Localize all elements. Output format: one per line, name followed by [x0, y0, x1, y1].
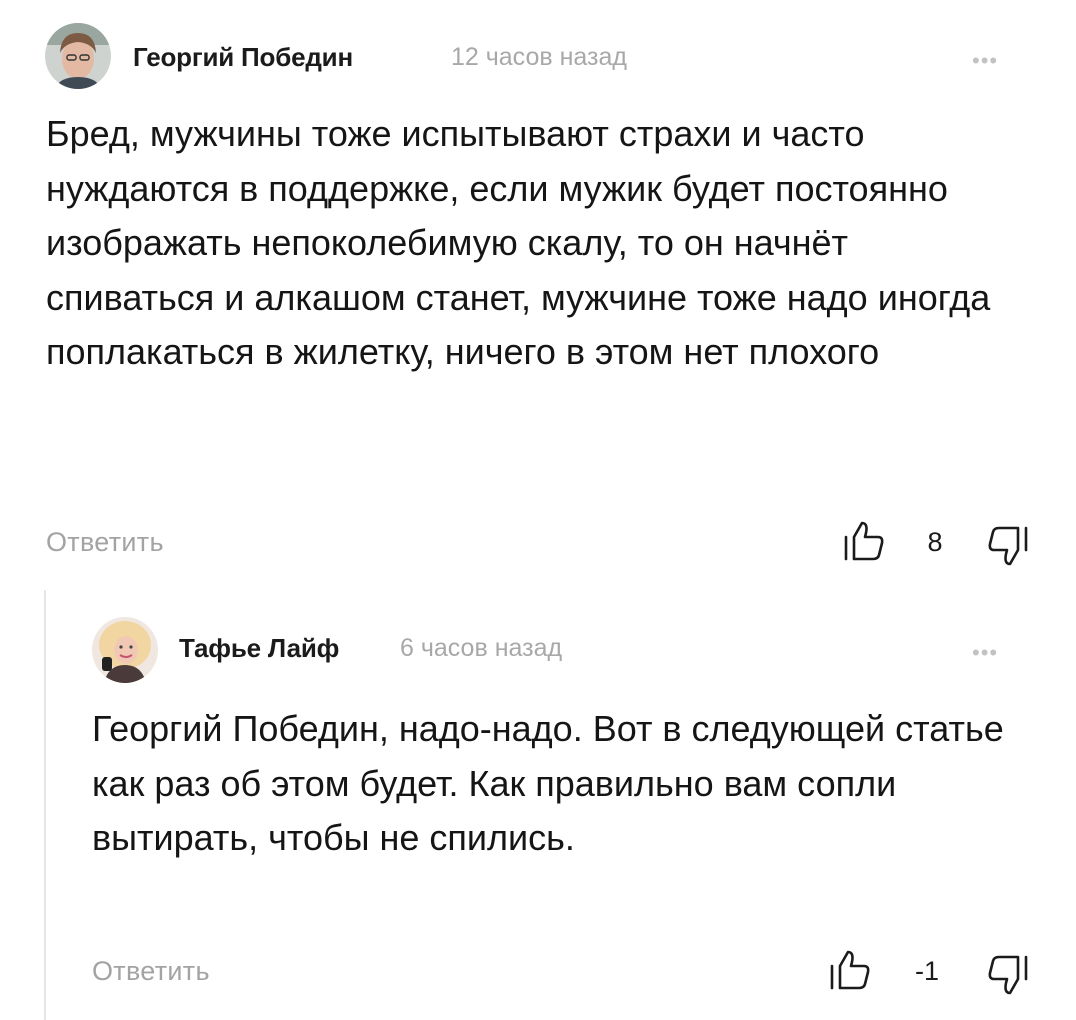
- rating-count: -1: [914, 956, 939, 986]
- reply-comment: Тафье Лайф 6 часов назад ••• Георгий Поб…: [0, 590, 1076, 1020]
- thumbs-up-icon[interactable]: [842, 519, 886, 568]
- author-name[interactable]: Тафье Лайф: [179, 633, 339, 664]
- author-name[interactable]: Георгий Победин: [133, 42, 353, 73]
- author-avatar[interactable]: [92, 617, 158, 683]
- more-options-icon[interactable]: •••: [972, 50, 998, 72]
- rating-count: 8: [927, 527, 943, 557]
- thumbs-down-icon[interactable]: [986, 524, 1030, 573]
- comment: Георгий Победин 12 часов назад ••• Бред,…: [0, 0, 1076, 590]
- thumbs-up-icon[interactable]: [828, 948, 872, 997]
- comment-text: Георгий Победин, надо-надо. Вот в следую…: [92, 708, 1004, 858]
- user-photo-avatar-icon: [45, 23, 111, 89]
- comment-text: Бред, мужчины тоже испытывают страхи и ч…: [46, 113, 991, 372]
- comment-time: 6 часов назад: [400, 634, 563, 662]
- reply-button[interactable]: Ответить: [46, 527, 164, 558]
- more-options-icon[interactable]: •••: [972, 642, 998, 664]
- author-avatar[interactable]: [45, 23, 111, 89]
- comment-time: 12 часов назад: [451, 43, 627, 71]
- user-photo-avatar-icon: [92, 617, 158, 683]
- thumbs-down-icon[interactable]: [986, 953, 1030, 1002]
- reply-button[interactable]: Ответить: [92, 956, 210, 987]
